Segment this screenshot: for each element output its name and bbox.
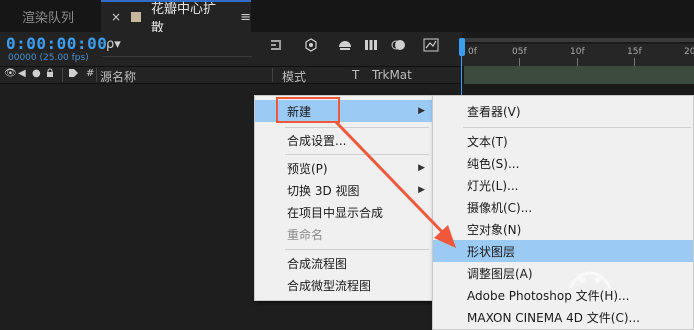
playhead-handle[interactable]	[459, 38, 465, 56]
submenu-item-null-object[interactable]: 空对象(N)	[433, 218, 693, 240]
menu-item-label: 合成设置...	[287, 133, 347, 148]
comp-mini-flowchart-icon[interactable]	[268, 38, 286, 54]
time-navigator-bar[interactable]	[464, 38, 694, 42]
tab-composition[interactable]: × 花瓣中心扩散 ≡	[101, 0, 251, 36]
menu-separator	[285, 154, 429, 155]
annotation-highlight-box	[276, 97, 340, 123]
column-divider[interactable]	[272, 68, 273, 82]
work-area-bar[interactable]	[464, 66, 694, 84]
ruler-tick	[634, 58, 635, 66]
close-icon[interactable]: ×	[111, 10, 121, 24]
column-divider[interactable]	[96, 68, 97, 82]
comp-color-swatch	[131, 12, 141, 22]
panel-menu-icon[interactable]: ≡	[240, 10, 251, 25]
menu-item-label: MAXON CINEMA 4D 文件(C)...	[467, 310, 640, 325]
ruler-label: 15f	[627, 47, 642, 57]
frame-blending-icon[interactable]	[362, 38, 380, 54]
audio-icon[interactable]: ◀	[18, 68, 26, 79]
menu-item-label: 灯光(L)...	[467, 178, 519, 193]
menu-item-label: 文本(T)	[467, 134, 508, 149]
solo-icon[interactable]: ●	[32, 68, 41, 79]
context-menu: 新建 ▶ 合成设置... 预览(P) ▶ 切换 3D 视图 ▶ 在项目中显示合成…	[254, 95, 434, 301]
menu-item-label: 形状图层	[467, 244, 516, 259]
menu-item-label: 在项目中显示合成	[287, 205, 384, 220]
menu-item-comp-settings[interactable]: 合成设置...	[255, 129, 433, 151]
column-divider[interactable]	[62, 68, 63, 82]
menu-separator	[463, 127, 691, 128]
column-source-name[interactable]: 源名称	[100, 68, 136, 85]
label-tag-icon[interactable]	[68, 68, 79, 81]
submenu-item-light[interactable]: 灯光(L)...	[433, 174, 693, 196]
menu-item-rename: 重命名	[255, 223, 433, 245]
submenu-item-camera[interactable]: 摄像机(C)...	[433, 196, 693, 218]
submenu-item-solid[interactable]: 纯色(S)...	[433, 152, 693, 174]
menu-item-label: 空对象(N)	[467, 222, 522, 237]
ruler-label: 0f	[468, 47, 477, 57]
menu-item-label: 重命名	[287, 227, 324, 242]
ruler-tick	[577, 58, 578, 66]
draft-3d-icon[interactable]	[302, 38, 320, 54]
submenu-arrow-icon: ▶	[418, 185, 425, 195]
tab-composition-label: 花瓣中心扩散	[150, 2, 216, 36]
submenu-item-text[interactable]: 文本(T)	[433, 130, 693, 152]
menu-item-label: 合成微型流程图	[287, 278, 372, 293]
frame-rate-display: 00000 (25.00 fps)	[8, 53, 89, 63]
ruler-tick	[519, 58, 520, 66]
ruler-label: 20f	[684, 47, 694, 57]
current-time-display[interactable]: 0:00:00:00	[6, 34, 107, 53]
menu-separator	[285, 127, 429, 128]
menu-item-label: 合成流程图	[287, 256, 348, 271]
submenu-item-viewer[interactable]: 查看器(V)	[433, 100, 693, 122]
menu-item-label: 调整图层(A)	[467, 266, 533, 281]
column-trkmat[interactable]: TrkMat	[372, 68, 412, 82]
menu-item-switch-3d-view[interactable]: 切换 3D 视图 ▶	[255, 179, 433, 201]
ruler-label: 05f	[512, 47, 527, 57]
watermark-icon	[560, 258, 620, 298]
menu-item-preview[interactable]: 预览(P) ▶	[255, 157, 433, 179]
motion-blur-icon[interactable]	[390, 38, 408, 54]
column-mode[interactable]: 模式	[282, 68, 306, 85]
layer-search-input[interactable]: ρ▾	[102, 37, 252, 57]
column-t[interactable]: T	[352, 68, 359, 82]
lock-icon[interactable]	[46, 68, 54, 81]
menu-item-label: 纯色(S)...	[467, 156, 520, 171]
menu-item-label: 摄像机(C)...	[467, 200, 533, 215]
menu-item-reveal-in-project[interactable]: 在项目中显示合成	[255, 201, 433, 223]
menu-item-label: 切换 3D 视图	[287, 183, 360, 198]
submenu-arrow-icon: ▶	[418, 163, 425, 173]
eye-icon[interactable]: 👁	[4, 68, 17, 79]
menu-item-comp-flowchart[interactable]: 合成流程图	[255, 252, 433, 274]
graph-editor-icon[interactable]	[422, 38, 440, 54]
tab-render-queue[interactable]: 渲染队列	[0, 0, 100, 32]
menu-item-label: 查看器(V)	[467, 104, 521, 119]
ruler-label: 10f	[570, 47, 585, 57]
submenu-arrow-icon: ▶	[418, 106, 425, 116]
tab-render-queue-label: 渲染队列	[22, 10, 75, 26]
layer-number-icon: #	[86, 68, 95, 79]
menu-item-comp-mini-flowchart[interactable]: 合成微型流程图	[255, 274, 433, 296]
shy-layers-icon[interactable]	[336, 38, 354, 54]
menu-item-label: 预览(P)	[287, 161, 328, 176]
submenu-item-cinema4d-file[interactable]: MAXON CINEMA 4D 文件(C)...	[433, 306, 693, 328]
menu-separator	[285, 249, 429, 250]
